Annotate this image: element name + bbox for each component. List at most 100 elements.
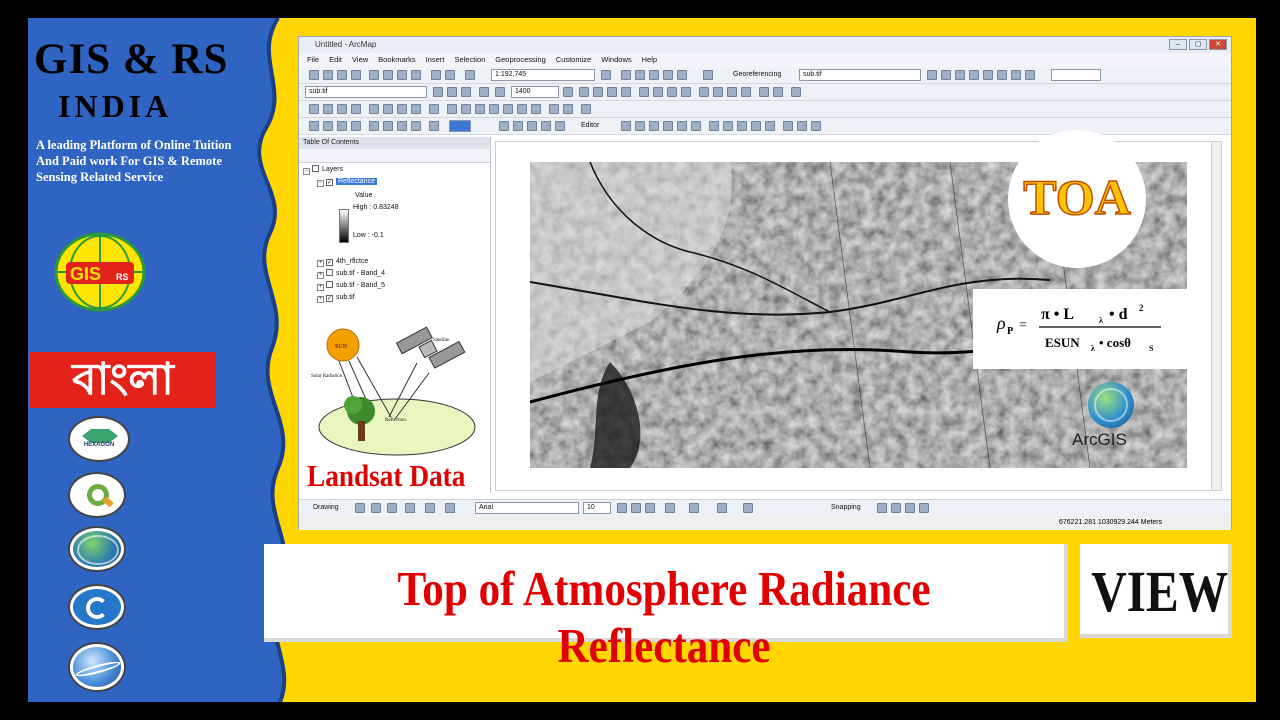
undo-icon[interactable] xyxy=(431,70,441,80)
delete-icon[interactable] xyxy=(411,70,421,80)
raster-tool-7-icon[interactable] xyxy=(667,87,677,97)
menu-help[interactable]: Help xyxy=(642,53,657,67)
cut-polygons-icon[interactable] xyxy=(737,121,747,131)
save-icon[interactable] xyxy=(337,70,347,80)
go-back-icon[interactable] xyxy=(397,104,407,114)
georef-tool-1-icon[interactable] xyxy=(927,70,937,80)
font-dropdown[interactable]: Arial xyxy=(475,502,579,514)
italic-icon[interactable] xyxy=(631,503,641,513)
underline-icon[interactable] xyxy=(645,503,655,513)
tool-i-icon[interactable] xyxy=(429,121,439,131)
bold-icon[interactable] xyxy=(617,503,627,513)
raster-tool-11-icon[interactable] xyxy=(727,87,737,97)
python-icon[interactable] xyxy=(677,70,687,80)
zoom-value-field[interactable]: 1400 xyxy=(511,86,559,98)
endpoint-arc-icon[interactable] xyxy=(663,121,673,131)
viewer-icon[interactable] xyxy=(581,104,591,114)
close-button[interactable]: ✕ xyxy=(1209,39,1227,50)
select-features-icon[interactable] xyxy=(429,104,439,114)
new-icon[interactable] xyxy=(309,70,319,80)
menu-windows[interactable]: Windows xyxy=(601,53,631,67)
tool-h-icon[interactable] xyxy=(411,121,421,131)
html-popup-icon[interactable] xyxy=(489,104,499,114)
raster-tool-4-icon[interactable] xyxy=(621,87,631,97)
open-icon[interactable] xyxy=(323,70,333,80)
create-features-icon[interactable] xyxy=(811,121,821,131)
edit-annotation-icon[interactable] xyxy=(635,121,645,131)
raster-tool-9-icon[interactable] xyxy=(699,87,709,97)
scale-dropdown[interactable]: 1:192,745 xyxy=(491,69,595,81)
georef-layer-dropdown[interactable]: sub.tif xyxy=(799,69,921,81)
hyperlink-icon[interactable] xyxy=(475,104,485,114)
cut-icon[interactable] xyxy=(369,70,379,80)
rectangle-icon[interactable] xyxy=(405,503,415,513)
raster-tool-15-icon[interactable] xyxy=(791,87,801,97)
georef-input[interactable] xyxy=(1051,69,1101,81)
georef-tool-5-icon[interactable] xyxy=(983,70,993,80)
menu-view[interactable]: View xyxy=(352,53,368,67)
swipe-icon[interactable] xyxy=(479,87,489,97)
toc-layer-item[interactable]: + sub.tif - Band_5 xyxy=(317,281,385,291)
raster-tool-12-icon[interactable] xyxy=(741,87,751,97)
add-data-icon[interactable] xyxy=(465,70,475,80)
raster-tool-10-icon[interactable] xyxy=(713,87,723,97)
edit-vertices-icon[interactable] xyxy=(445,503,455,513)
point-icon[interactable] xyxy=(691,121,701,131)
pan-icon[interactable] xyxy=(337,104,347,114)
tool-j-icon[interactable] xyxy=(499,121,509,131)
time-slider-icon[interactable] xyxy=(563,104,573,114)
paste-icon[interactable] xyxy=(397,70,407,80)
edit-vertices-icon[interactable] xyxy=(709,121,719,131)
menu-bookmarks[interactable]: Bookmarks xyxy=(378,53,416,67)
identify-icon[interactable] xyxy=(461,104,471,114)
straight-segment-icon[interactable] xyxy=(649,121,659,131)
georef-tool-6-icon[interactable] xyxy=(997,70,1007,80)
georef-tool-7-icon[interactable] xyxy=(1011,70,1021,80)
attributes-icon[interactable] xyxy=(783,121,793,131)
raster-tool-6-icon[interactable] xyxy=(653,87,663,97)
text-icon[interactable] xyxy=(425,503,435,513)
copy-icon[interactable] xyxy=(383,70,393,80)
search-window-icon[interactable] xyxy=(649,70,659,80)
contrast-icon[interactable] xyxy=(433,87,443,97)
marker-color-icon[interactable] xyxy=(743,503,753,513)
print-icon[interactable] xyxy=(351,70,361,80)
line-color-icon[interactable] xyxy=(717,503,727,513)
menu-selection[interactable]: Selection xyxy=(454,53,485,67)
reshape-icon[interactable] xyxy=(723,121,733,131)
vertical-scrollbar[interactable] xyxy=(1211,142,1221,490)
edge-snapping-icon[interactable] xyxy=(919,503,929,513)
zoom-whole-page-icon[interactable] xyxy=(387,503,397,513)
zoom-out-icon[interactable] xyxy=(323,104,333,114)
raster-tool-3-icon[interactable] xyxy=(607,87,617,97)
editor-toolbar-icon[interactable] xyxy=(601,70,611,80)
color-swatch[interactable] xyxy=(449,120,471,132)
toc-window-icon[interactable] xyxy=(621,70,631,80)
tool-f-icon[interactable] xyxy=(383,121,393,131)
arctoolbox-icon[interactable] xyxy=(663,70,673,80)
go-to-xy-icon[interactable] xyxy=(549,104,559,114)
tool-b-icon[interactable] xyxy=(323,121,333,131)
rotate-element-icon[interactable] xyxy=(371,503,381,513)
transparency-icon[interactable] xyxy=(461,87,471,97)
layer-dropdown[interactable]: sub.tif xyxy=(305,86,427,98)
split-icon[interactable] xyxy=(751,121,761,131)
menu-customize[interactable]: Customize xyxy=(556,53,591,67)
fixed-zoom-in-icon[interactable] xyxy=(369,104,379,114)
vertex-snapping-icon[interactable] xyxy=(905,503,915,513)
raster-tool-14-icon[interactable] xyxy=(773,87,783,97)
fill-color-icon[interactable] xyxy=(689,503,699,513)
raster-tool-2-icon[interactable] xyxy=(593,87,603,97)
drawing-menu[interactable]: Drawing xyxy=(313,502,339,514)
select-elements-icon[interactable] xyxy=(355,503,365,513)
toc-layer-item[interactable]: + ✓ 4th_rflctce xyxy=(317,257,368,267)
toc-layer-reflectance[interactable]: − ✓ Reflectance xyxy=(317,177,377,187)
tool-d-icon[interactable] xyxy=(351,121,361,131)
toc-layer-item[interactable]: + sub.tif - Band_4 xyxy=(317,269,385,279)
font-color-icon[interactable] xyxy=(665,503,675,513)
find-icon[interactable] xyxy=(517,104,527,114)
menu-file[interactable]: File xyxy=(307,53,319,67)
georeferencing-label[interactable]: Georeferencing xyxy=(733,69,781,81)
menu-insert[interactable]: Insert xyxy=(426,53,445,67)
tool-c-icon[interactable] xyxy=(337,121,347,131)
